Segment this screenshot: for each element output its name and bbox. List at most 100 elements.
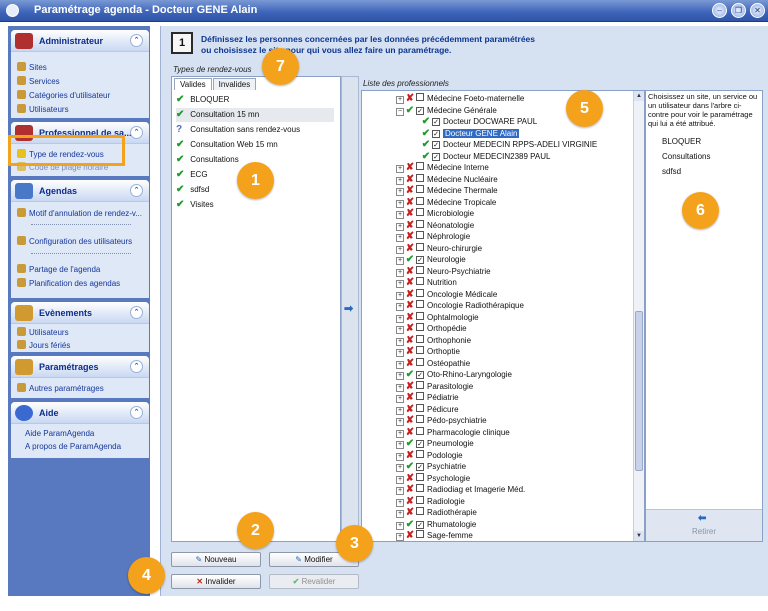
collapse-icon[interactable]: ⌃	[130, 306, 143, 319]
collapse-icon[interactable]: ⌃	[130, 360, 143, 373]
professional-row[interactable]: ✔ ✓ Docteur DOCWARE PAUL	[420, 116, 537, 127]
row-checkbox[interactable]: ✓	[416, 106, 424, 115]
specialty-row[interactable]: + ✘ Médecine Interne	[396, 162, 489, 173]
row-checkbox[interactable]	[416, 162, 424, 170]
new-button[interactable]: ✎ Nouveau	[171, 552, 261, 567]
row-checkbox[interactable]	[416, 403, 424, 412]
row-checkbox[interactable]	[416, 231, 424, 239]
expand-icon[interactable]: +	[396, 521, 404, 530]
appointment-type-row[interactable]: ? Consultation sans rendez-vous	[176, 123, 334, 137]
row-checkbox[interactable]: ✓	[432, 118, 440, 126]
minimize-icon[interactable]: –	[712, 3, 727, 18]
expand-icon[interactable]: +	[396, 222, 404, 231]
sidebar-item-sites[interactable]: Sites	[17, 62, 47, 72]
specialty-row[interactable]: + ✘ Pédiatrie	[396, 392, 459, 403]
remove-button[interactable]: Retirer	[646, 527, 762, 536]
professional-row[interactable]: ✔ ✓ Docteur MEDECIN RPPS-ADELI VIRGINIE	[420, 139, 597, 150]
sidebar-item-users[interactable]: Utilisateurs	[17, 104, 69, 114]
row-checkbox[interactable]: ✓	[432, 141, 440, 149]
sidebar-item-services[interactable]: Services	[17, 76, 60, 86]
expand-icon[interactable]: +	[396, 165, 404, 173]
expand-icon[interactable]: +	[396, 234, 404, 242]
arrow-right-icon[interactable]: ➡	[344, 302, 353, 315]
group-header[interactable]: Aide ⌃	[11, 402, 149, 424]
expand-icon[interactable]: +	[396, 337, 404, 346]
row-checkbox[interactable]	[416, 507, 424, 515]
expand-icon[interactable]: +	[396, 257, 404, 265]
row-checkbox[interactable]	[416, 242, 424, 251]
specialty-row[interactable]: + ✘ Médecine Thermale	[396, 185, 498, 196]
row-checkbox[interactable]: ✓	[416, 371, 424, 379]
collapse-icon[interactable]: −	[396, 107, 404, 116]
specialty-row[interactable]: + ✔ ✓ Oto-Rhino-Laryngologie	[396, 369, 512, 380]
scroll-thumb[interactable]	[635, 311, 643, 471]
expand-icon[interactable]: +	[396, 96, 404, 104]
row-checkbox[interactable]	[416, 392, 424, 400]
sidebar-item-cancel-reason[interactable]: Motif d'annulation de rendez-v...	[17, 208, 142, 218]
specialty-row[interactable]: + ✘ Orthoptie	[396, 346, 460, 357]
specialty-row[interactable]: − ✔ ✓ Médecine Générale	[396, 105, 497, 116]
expand-icon[interactable]: +	[396, 268, 404, 277]
sidebar-item-event-users[interactable]: Utilisateurs	[17, 327, 69, 337]
collapse-icon[interactable]: ⌃	[130, 184, 143, 197]
expand-icon[interactable]: +	[396, 188, 404, 196]
expand-icon[interactable]: +	[396, 498, 404, 507]
row-checkbox[interactable]	[416, 495, 424, 504]
row-checkbox[interactable]	[416, 93, 424, 101]
specialty-row[interactable]: + ✔ ✓ Neurologie	[396, 254, 466, 265]
specialty-row[interactable]: + ✘ Radiodiag et Imagerie Méd.	[396, 484, 525, 495]
appointment-type-row[interactable]: ✔ Consultation Web 15 mn	[176, 138, 334, 152]
expand-icon[interactable]: +	[396, 429, 404, 438]
expand-icon[interactable]: +	[396, 372, 404, 380]
sidebar-item-agenda-planning[interactable]: Planification des agendas	[17, 278, 120, 288]
row-checkbox[interactable]	[416, 265, 424, 274]
appointment-type-row[interactable]: ✔ BLOQUER	[176, 93, 334, 107]
specialty-row[interactable]: + ✘ Radiothérapie	[396, 507, 477, 518]
row-checkbox[interactable]	[416, 323, 424, 331]
tab-valid[interactable]: Valides	[174, 78, 212, 90]
expand-icon[interactable]: +	[396, 199, 404, 208]
row-checkbox[interactable]	[416, 208, 424, 216]
specialty-row[interactable]: + ✘ Pharmacologie clinique	[396, 426, 510, 438]
specialty-row[interactable]: + ✘ Oncologie Radiothérapique	[396, 300, 524, 311]
collapse-icon[interactable]: ⌃	[130, 406, 143, 419]
expand-icon[interactable]: +	[396, 280, 404, 288]
sidebar-item-help[interactable]: Aide ParamAgenda	[25, 429, 94, 438]
appointment-type-row[interactable]: ✔ Visites	[176, 198, 334, 212]
specialty-row[interactable]: + ✘ Médecine Foeto-maternelle	[396, 93, 524, 104]
expand-icon[interactable]: +	[396, 383, 404, 392]
professional-row[interactable]: ✔ ✓ Docteur GENE Alain	[420, 128, 520, 139]
specialty-row[interactable]: + ✔ ✓ Rhumatologie	[396, 519, 476, 530]
specialty-row[interactable]: + ✘ Neuro-chirurgie	[396, 242, 482, 254]
expand-icon[interactable]: +	[396, 395, 404, 403]
row-checkbox[interactable]	[416, 196, 424, 205]
expand-icon[interactable]: +	[396, 349, 404, 357]
specialty-row[interactable]: + ✘ Psychologie	[396, 472, 470, 484]
specialty-row[interactable]: + ✘ Neuro-Psychiatrie	[396, 265, 491, 277]
expand-icon[interactable]: +	[396, 245, 404, 254]
assigned-item[interactable]: Consultations	[662, 152, 710, 161]
specialty-row[interactable]: + ✘ Néphrologie	[396, 231, 470, 242]
row-checkbox[interactable]	[416, 311, 424, 320]
expand-icon[interactable]: +	[396, 176, 404, 185]
specialty-row[interactable]: + ✘ Pédo-psychiatrie	[396, 415, 487, 426]
row-checkbox[interactable]	[416, 219, 424, 228]
assigned-item[interactable]: sdfsd	[662, 167, 681, 176]
expand-icon[interactable]: +	[396, 303, 404, 311]
restore-icon[interactable]: ❐	[731, 3, 746, 18]
assigned-item[interactable]: BLOQUER	[662, 137, 701, 146]
row-checkbox[interactable]	[416, 484, 424, 492]
scroll-up-icon[interactable]: ▲	[634, 91, 644, 101]
sidebar-item-other-settings[interactable]: Autres paramétrages	[17, 383, 104, 393]
row-checkbox[interactable]: ✓	[416, 440, 424, 448]
row-checkbox[interactable]	[416, 346, 424, 354]
specialty-row[interactable]: + ✘ Orthopédie	[396, 323, 467, 334]
specialty-row[interactable]: + ✘ Radiologie	[396, 495, 465, 507]
collapse-icon[interactable]: ⌃	[130, 126, 143, 139]
specialty-row[interactable]: + ✘ Sage-femme	[396, 530, 473, 541]
group-header[interactable]: Administrateur ⌃	[11, 30, 149, 52]
revalidate-button[interactable]: ✔ Revalider	[269, 574, 359, 589]
group-header[interactable]: Paramétrages ⌃	[11, 356, 149, 378]
tab-invalid[interactable]: Invalides	[212, 78, 257, 90]
row-checkbox[interactable]	[416, 185, 424, 193]
